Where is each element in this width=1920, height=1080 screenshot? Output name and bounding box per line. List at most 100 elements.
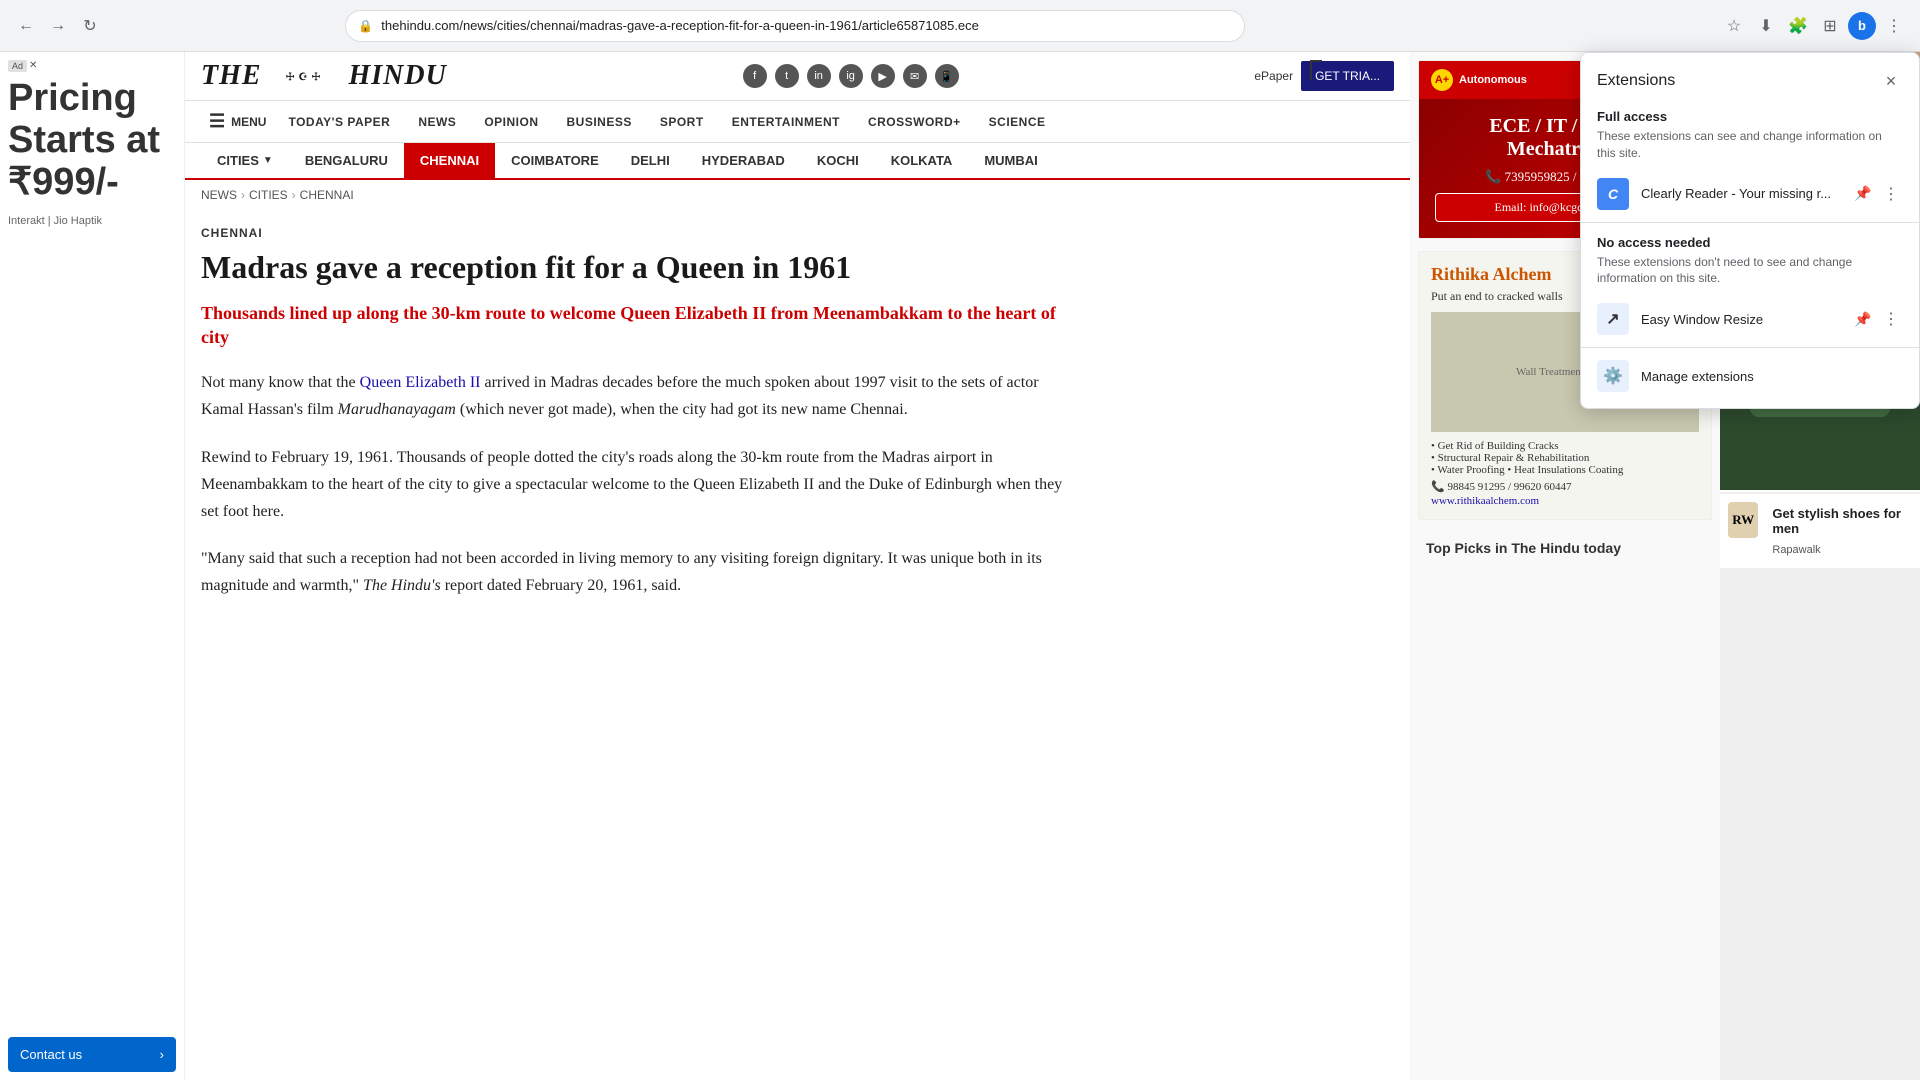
address-bar[interactable]: 🔒 thehindu.com/news/cities/chennai/madra… [345,10,1245,42]
get-stylish-label: Get stylish shoes for men [1764,502,1912,540]
extensions-divider [1581,222,1919,223]
manage-extensions-item[interactable]: ⚙️ Manage extensions [1581,352,1919,408]
menu-button[interactable]: ☰ MENU [201,101,274,142]
reload-button[interactable]: ↻ [76,12,104,40]
ad-rithika-website: www.rithikaalchem.com [1431,495,1699,507]
nav-news[interactable]: NEWS [404,103,470,141]
easy-window-resize-pin-button[interactable]: 📌 [1851,307,1875,331]
url-text: thehindu.com/news/cities/chennai/madras-… [381,18,979,33]
cities-bar: CITIES ▼ BENGALURU CHENNAI COIMBATORE DE… [185,143,1410,180]
breadcrumb-chennai[interactable]: CHENNAI [300,188,354,202]
cities-dropdown-icon: ▼ [263,155,273,166]
nav-todays-paper[interactable]: TODAY'S PAPER [274,103,404,141]
nav-sport[interactable]: SPORT [646,103,718,141]
clearly-reader-icon: C [1597,178,1629,210]
get-trial-button[interactable]: GET TRIA... [1301,61,1394,91]
ad-close-button[interactable]: ✕ [29,60,37,72]
ad-college-name: Autonomous [1459,74,1527,86]
ad-badge-icon: A+ [1431,69,1453,91]
article-paragraph-3: "Many said that such a reception had not… [201,545,1069,599]
nav-science[interactable]: SCIENCE [975,103,1060,141]
youtube-icon[interactable]: ▶ [871,64,895,88]
manage-extensions-label: Manage extensions [1641,369,1754,384]
epaper-link[interactable]: ePaper [1254,69,1293,83]
nav-entertainment[interactable]: ENTERTAINMENT [718,103,854,141]
extensions-panel: Extensions × Full access These extension… [1580,52,1920,409]
easy-window-resize-more-button[interactable]: ⋮ [1879,307,1903,331]
article-body: Not many know that the Queen Elizabeth I… [201,369,1069,599]
rapawalk-promo: RW Get stylish shoes for men Rapawalk [1720,492,1920,568]
email-icon[interactable]: ✉ [903,64,927,88]
easy-window-resize-name: Easy Window Resize [1641,312,1839,327]
top-header: THE ☩☪☩ HINDU f t in ig ▶ ✉ 📱 ePaper GET… [185,52,1410,101]
easy-window-resize-icon: ↗ [1597,303,1629,335]
tab-kolkata[interactable]: KOLKATA [875,143,969,178]
tab-hyderabad[interactable]: HYDERABAD [686,143,801,178]
tab-delhi[interactable]: DELHI [615,143,686,178]
ad-rithika-phones: 📞 98845 91295 / 99620 60447 [1431,480,1699,493]
article-section: CHENNAI [201,226,1069,240]
contact-label: Contact us [20,1047,82,1062]
extensions-close-button[interactable]: × [1879,69,1903,93]
extensions-divider-2 [1581,347,1919,348]
nav-crossword[interactable]: CROSSWORD+ [854,103,975,141]
interakt-label: Interakt | Jio Haptik [8,215,176,227]
breadcrumb-cities[interactable]: CITIES [249,188,288,202]
breadcrumb-news[interactable]: NEWS [201,188,237,202]
no-access-desc: These extensions don't need to see and c… [1581,254,1919,296]
logo-text: THE ☩☪☩ HINDU [201,60,447,92]
clearly-reader-item: C Clearly Reader - Your missing r... 📌 ⋮ [1581,170,1919,218]
nav-opinion[interactable]: OPINION [470,103,552,141]
facebook-icon[interactable]: f [743,64,767,88]
twitter-icon[interactable]: t [775,64,799,88]
article-title: Madras gave a reception fit for a Queen … [201,248,1069,286]
cities-dropdown-tab[interactable]: CITIES ▼ [201,143,289,178]
menu-label: MENU [231,115,266,129]
article-paragraph-1: Not many know that the Queen Elizabeth I… [201,369,1069,423]
linkedin-icon[interactable]: in [807,64,831,88]
extensions-header: Extensions × [1581,53,1919,101]
nav-buttons: ← → ↻ [12,12,104,40]
tab-chennai[interactable]: CHENNAI [404,143,495,178]
ad-badge: Ad ✕ [8,60,176,72]
header-actions: ePaper GET TRIA... [1254,61,1394,91]
nav-links: TODAY'S PAPER NEWS OPINION BUSINESS SPOR… [274,103,1059,141]
gear-icon: ⚙️ [1597,360,1629,392]
clearly-reader-pin-button[interactable]: 📌 [1851,182,1875,206]
full-access-heading: Full access [1581,101,1919,128]
profile-avatar[interactable]: b [1848,12,1876,40]
tab-coimbatore[interactable]: COIMBATORE [495,143,615,178]
tab-groups-button[interactable]: ⊞ [1816,12,1844,40]
brand-logo: RW [1728,502,1758,538]
queen-elizabeth-link[interactable]: Queen Elizabeth II [360,374,481,391]
article-subtitle: Thousands lined up along the 30-km route… [201,302,1069,349]
extensions-button[interactable]: 🧩 [1784,12,1812,40]
nav-business[interactable]: BUSINESS [552,103,645,141]
main-nav: ☰ MENU TODAY'S PAPER NEWS OPINION BUSINE… [185,101,1410,143]
left-sidebar: Ad ✕ Pricing Starts at ₹999/- Interakt |… [0,52,185,1080]
tab-mumbai[interactable]: MUMBAI [968,143,1053,178]
mobile-icon[interactable]: 📱 [935,64,959,88]
tab-bengaluru[interactable]: BENGALURU [289,143,404,178]
forward-button[interactable]: → [44,12,72,40]
main-area: THE ☩☪☩ HINDU f t in ig ▶ ✉ 📱 ePaper GET… [185,52,1410,1080]
ad-label: Ad [8,60,27,72]
clearly-reader-more-button[interactable]: ⋮ [1879,182,1903,206]
pricing-text: Pricing Starts at ₹999/- [8,78,176,203]
more-options-button[interactable]: ⋮ [1880,12,1908,40]
download-button[interactable]: ⬇ [1752,12,1780,40]
top-picks-heading: Top Picks in The Hindu today [1418,532,1712,564]
browser-chrome: ← → ↻ 🔒 thehindu.com/news/cities/chennai… [0,0,1920,52]
no-access-heading: No access needed [1581,227,1919,254]
back-button[interactable]: ← [12,12,40,40]
tab-kochi[interactable]: KOCHI [801,143,875,178]
easy-window-resize-item: ↗ Easy Window Resize 📌 ⋮ [1581,295,1919,343]
ad-rithika-services: • Get Rid of Building Cracks • Structura… [1431,440,1699,476]
logo-area: THE ☩☪☩ HINDU [201,60,447,92]
instagram-icon[interactable]: ig [839,64,863,88]
bookmark-star-button[interactable]: ☆ [1720,12,1748,40]
contact-us-button[interactable]: Contact us › [8,1037,176,1072]
clearly-reader-name: Clearly Reader - Your missing r... [1641,186,1839,201]
easy-window-resize-actions: 📌 ⋮ [1851,307,1903,331]
rapawalk-label: Rapawalk [1764,540,1912,560]
